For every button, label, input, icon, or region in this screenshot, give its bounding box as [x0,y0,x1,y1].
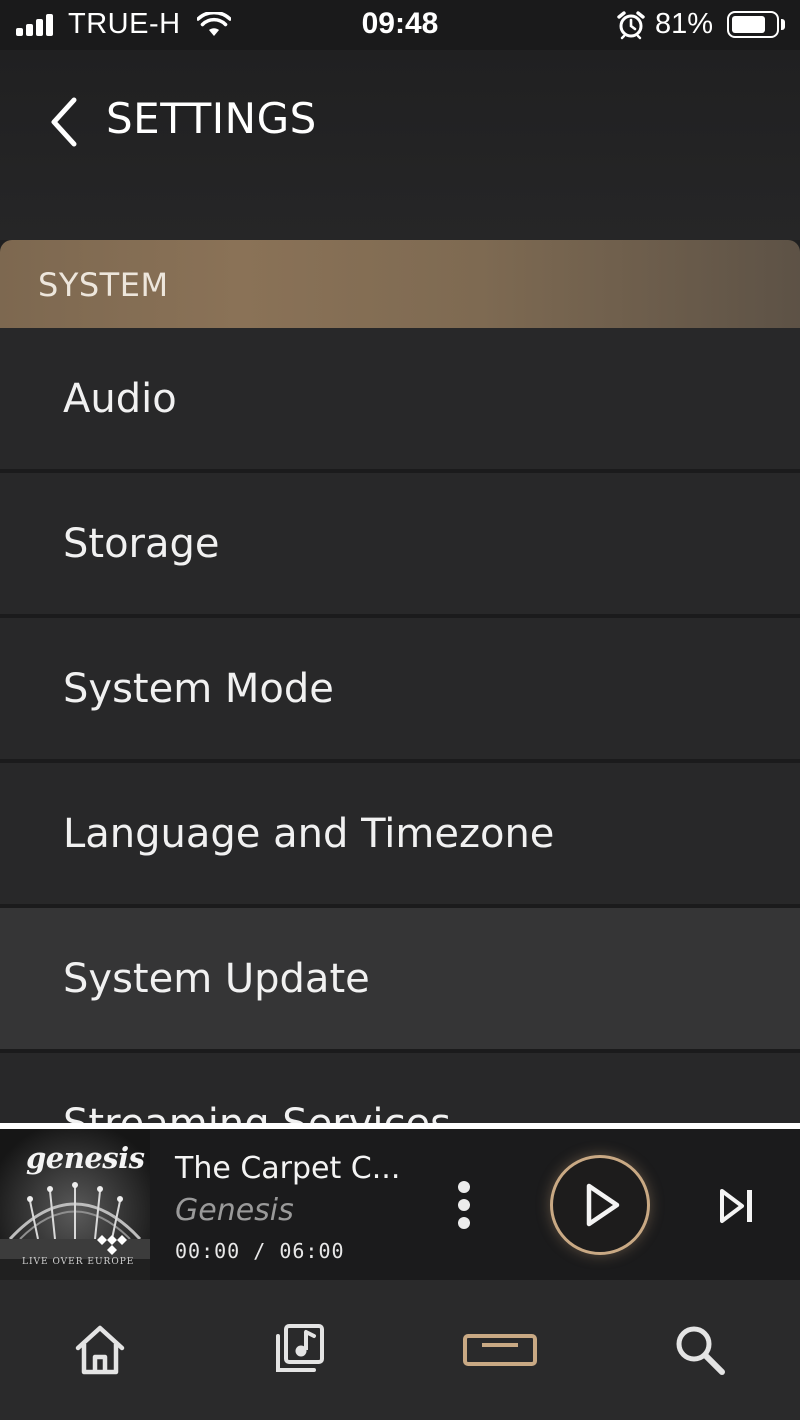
battery-nub [781,19,785,30]
track-time: 00:00 / 06:00 [175,1239,345,1263]
album-art-logo: genesis [26,1141,145,1175]
settings-item-label: System Mode [63,666,334,712]
settings-item-system-update[interactable]: System Update [0,908,800,1049]
settings-item-label: Storage [63,521,220,567]
header: SETTINGS [0,50,800,240]
battery-icon [727,11,779,38]
bottom-nav [0,1280,800,1420]
settings-item-streaming-services[interactable]: Streaming Services [0,1053,800,1123]
home-icon [75,1325,125,1375]
nav-home[interactable] [60,1322,140,1382]
screen: TRUE-H 09:48 81% SETTINGS SYSTEM Audio S… [0,0,800,1420]
settings-item-label: Audio [63,376,177,422]
play-icon [586,1183,620,1227]
play-button[interactable] [550,1155,650,1255]
settings-item-audio[interactable]: Audio [0,328,800,469]
settings-list: Audio Storage System Mode Language and T… [0,328,800,1123]
battery-level [732,16,765,33]
alarm-icon [617,11,645,40]
settings-item-language-timezone[interactable]: Language and Timezone [0,763,800,904]
nav-search[interactable] [660,1322,740,1382]
track-title: The Carpet C... [175,1151,401,1186]
now-playing-bar[interactable]: genesis LIVE OVER EUROPE The Carpet C...… [0,1129,800,1280]
section-header: SYSTEM [0,240,800,328]
now-playing-icon [463,1334,537,1366]
track-artist: Genesis [175,1193,294,1228]
status-bar: TRUE-H 09:48 81% [0,0,800,50]
settings-item-storage[interactable]: Storage [0,473,800,614]
album-art[interactable]: genesis LIVE OVER EUROPE [0,1129,150,1280]
battery-percent: 81% [655,8,714,40]
settings-item-label: System Update [63,956,370,1002]
more-vertical-icon[interactable] [448,1179,480,1231]
search-icon [676,1326,725,1375]
library-icon [276,1324,324,1372]
nav-library[interactable] [260,1322,340,1382]
nav-now-playing[interactable] [460,1322,540,1382]
settings-item-system-mode[interactable]: System Mode [0,618,800,759]
chevron-left-icon[interactable] [44,94,88,150]
settings-item-label: Streaming Services [63,1101,451,1123]
section-header-label: SYSTEM [38,266,169,304]
skip-next-icon[interactable] [716,1185,758,1227]
settings-item-label: Language and Timezone [63,811,555,857]
page-title: SETTINGS [106,94,317,143]
album-art-caption: LIVE OVER EUROPE [22,1257,135,1267]
